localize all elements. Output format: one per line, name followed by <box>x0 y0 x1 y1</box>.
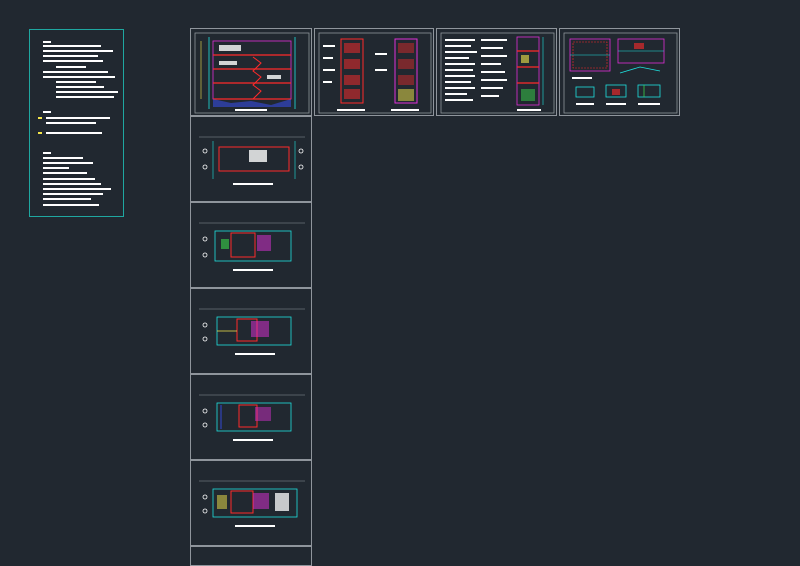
notes-text-line <box>43 198 91 200</box>
floor-plan-1[interactable] <box>190 116 312 202</box>
section-sheet[interactable] <box>190 28 312 116</box>
notes-text-line <box>43 178 95 180</box>
elevation-sheet[interactable] <box>314 28 434 116</box>
notes-text-line <box>43 50 113 52</box>
detail-sheet[interactable] <box>559 28 680 116</box>
floor-plan-drawing <box>199 308 305 355</box>
notes-text-line <box>43 55 98 57</box>
notes-text-line <box>43 152 51 154</box>
notes-text-line <box>43 45 101 47</box>
note-marker-icon <box>38 132 42 134</box>
notes-text-line <box>43 162 93 164</box>
notes-text-line <box>43 157 83 159</box>
notes-text-line <box>46 132 102 134</box>
floor-plan-2[interactable] <box>190 202 312 288</box>
notes-text-line <box>43 188 111 190</box>
notes-text-line <box>43 76 115 78</box>
notes-text-line <box>43 111 51 113</box>
floor-plan-6-partial[interactable] <box>190 546 312 566</box>
floor-plan-drawing <box>199 136 305 185</box>
notes-text-line <box>43 204 99 206</box>
notes-text-line <box>43 172 87 174</box>
notes-text-line <box>56 91 118 93</box>
detail-drawing <box>563 32 678 114</box>
note-marker-icon <box>38 117 42 119</box>
notes-text-line <box>56 66 86 68</box>
notes-text-line <box>46 122 96 124</box>
notes-text-line <box>43 41 51 43</box>
notes-text-line <box>56 96 114 98</box>
elevation-drawing <box>318 32 432 114</box>
floor-plan-drawing <box>199 222 305 271</box>
notes-text-line <box>43 167 69 169</box>
notes-text-line <box>43 183 101 185</box>
notes-text-line <box>46 117 110 119</box>
floor-plan-5[interactable] <box>190 460 312 546</box>
side-elevation-sheet[interactable] <box>436 28 557 116</box>
notes-panel[interactable] <box>29 29 124 217</box>
notes-text-line <box>43 193 103 195</box>
notes-text-line <box>56 81 96 83</box>
notes-text-line <box>43 71 108 73</box>
section-drawing <box>194 32 310 114</box>
side-elevation-drawing <box>440 32 555 114</box>
floor-plan-drawing <box>199 394 305 441</box>
notes-text-line <box>43 60 103 62</box>
floor-plan-4[interactable] <box>190 374 312 460</box>
floor-plan-3[interactable] <box>190 288 312 374</box>
notes-text-line <box>56 86 104 88</box>
floor-plan-drawing <box>199 480 305 527</box>
